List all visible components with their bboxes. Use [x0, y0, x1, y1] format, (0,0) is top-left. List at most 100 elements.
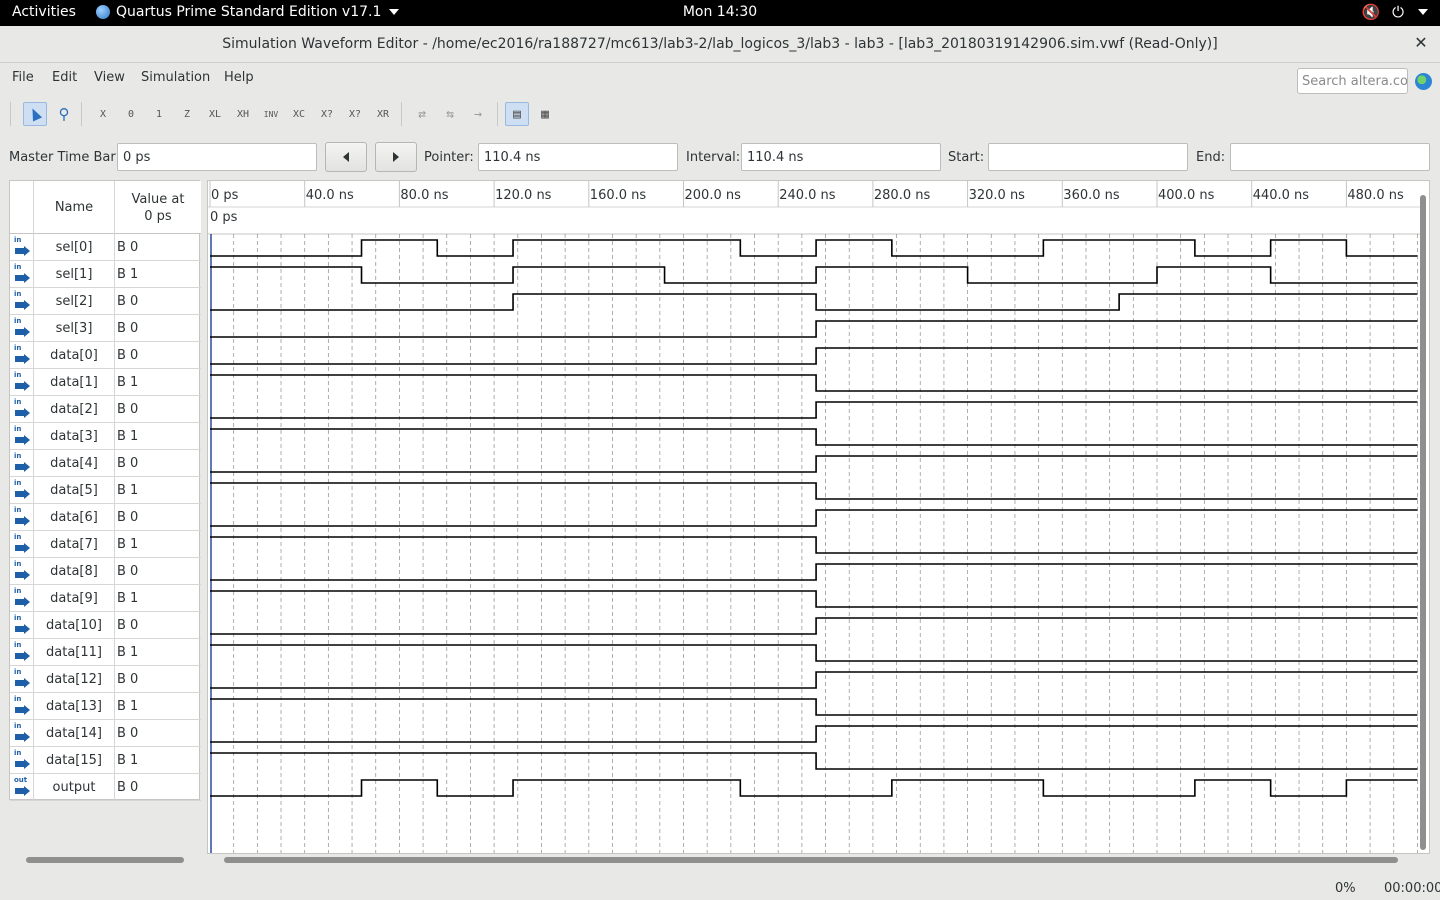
signal-name[interactable]: data[9]: [34, 585, 115, 611]
app-menu[interactable]: Quartus Prime Standard Edition v17.1: [96, 4, 400, 20]
signal-name[interactable]: data[13]: [34, 693, 115, 719]
overwrite-clock-icon[interactable]: X?: [315, 102, 339, 126]
signal-row[interactable]: in data[15] B 1: [10, 747, 201, 774]
signal-row[interactable]: in data[9] B 1: [10, 585, 201, 612]
signal-name[interactable]: sel[1]: [34, 261, 115, 287]
signal-row[interactable]: in sel[1] B 1: [10, 261, 201, 288]
signal-name[interactable]: data[5]: [34, 477, 115, 503]
waveform-trace: [210, 428, 1418, 446]
signal-name[interactable]: data[4]: [34, 450, 115, 476]
system-menu[interactable]: 🔇 ⏻: [1361, 3, 1428, 21]
signal-name[interactable]: data[14]: [34, 720, 115, 746]
pin-direction-label: in: [14, 263, 22, 271]
signal-row[interactable]: in data[14] B 0: [10, 720, 201, 747]
signal-name[interactable]: sel[3]: [34, 315, 115, 341]
force-weak-high-icon[interactable]: XH: [231, 102, 255, 126]
menu-edit[interactable]: Edit: [52, 70, 77, 85]
signal-row[interactable]: in data[1] B 1: [10, 369, 201, 396]
close-icon[interactable]: ✕: [1412, 34, 1430, 52]
waveform-panel[interactable]: 0 ps 40.0 ns 80.0 ns 120.0 ns 160.0 ns 200.0 …: [207, 180, 1430, 854]
menu-help[interactable]: Help: [224, 70, 254, 85]
signal-row[interactable]: in data[11] B 1: [10, 639, 201, 666]
signal-name[interactable]: data[7]: [34, 531, 115, 557]
signal-name[interactable]: data[11]: [34, 639, 115, 665]
signal-name[interactable]: sel[2]: [34, 288, 115, 314]
signal-name[interactable]: output: [34, 774, 115, 800]
signal-name[interactable]: data[0]: [34, 342, 115, 368]
value-column-header[interactable]: Value at 0 ps: [115, 181, 201, 234]
waveform-view-icon[interactable]: ▦: [533, 102, 557, 126]
signal-row[interactable]: in data[2] B 0: [10, 396, 201, 423]
vertical-scrollbar[interactable]: [1420, 195, 1426, 850]
signal-row[interactable]: in data[7] B 1: [10, 531, 201, 558]
signal-list-horizontal-scrollbar[interactable]: [26, 857, 184, 863]
insert-node-icon[interactable]: →: [466, 102, 490, 126]
master-time-bar-label: Master Time Bar:: [9, 150, 120, 165]
waveform-canvas[interactable]: 0 ps 40.0 ns 80.0 ns 120.0 ns 160.0 ns 200.0 …: [208, 181, 1429, 853]
pin-arrow-shape: [24, 435, 30, 445]
signal-row[interactable]: in data[8] B 0: [10, 558, 201, 585]
count-value-icon[interactable]: XC: [287, 102, 311, 126]
volume-muted-icon: 🔇: [1361, 3, 1381, 21]
end-field[interactable]: [1230, 143, 1430, 171]
signal-row[interactable]: in data[13] B 1: [10, 693, 201, 720]
menu-file[interactable]: File: [12, 70, 34, 85]
signal-name[interactable]: data[10]: [34, 612, 115, 638]
signal-name[interactable]: data[6]: [34, 504, 115, 530]
signal-name[interactable]: data[12]: [34, 666, 115, 692]
force-high-icon[interactable]: 1: [147, 102, 171, 126]
force-low-icon[interactable]: 0: [119, 102, 143, 126]
input-pin-icon: in: [10, 288, 34, 314]
menu-view[interactable]: View: [94, 70, 125, 85]
force-high-impedance-icon[interactable]: Z: [175, 102, 199, 126]
input-pin-icon: in: [10, 747, 34, 773]
pointer-field[interactable]: 110.4 ns: [478, 143, 678, 171]
invert-icon[interactable]: INV: [259, 102, 283, 126]
signal-row[interactable]: in sel[2] B 0: [10, 288, 201, 315]
master-time-bar-field[interactable]: 0 ps: [117, 143, 317, 171]
previous-transition-button[interactable]: [325, 142, 367, 172]
signal-row[interactable]: out output B 0: [10, 774, 201, 801]
menu-bar: File Edit View Simulation Help Search al…: [0, 63, 1440, 95]
random-values-icon[interactable]: X?: [343, 102, 367, 126]
search-input[interactable]: Search altera.co...: [1297, 68, 1408, 94]
clock[interactable]: Mon 14:30: [683, 4, 757, 20]
signal-row[interactable]: in data[6] B 0: [10, 504, 201, 531]
signal-row[interactable]: in data[10] B 0: [10, 612, 201, 639]
waveform-horizontal-scrollbar[interactable]: [224, 857, 1398, 863]
chevron-right-icon: [393, 152, 399, 162]
globe-icon[interactable]: [1415, 73, 1432, 90]
zoom-tool-icon[interactable]: ⚲: [52, 102, 76, 126]
selection-tool-icon[interactable]: [23, 102, 47, 126]
signal-name[interactable]: sel[0]: [34, 234, 115, 260]
signal-row[interactable]: in data[0] B 0: [10, 342, 201, 369]
activities-button[interactable]: Activities: [12, 4, 76, 20]
signal-row[interactable]: in data[3] B 1: [10, 423, 201, 450]
force-unknown-icon[interactable]: X: [91, 102, 115, 126]
pin-direction-label: in: [14, 749, 22, 757]
time-ruler-tick-label: 360.0 ns: [1063, 188, 1120, 203]
menu-simulation[interactable]: Simulation: [141, 70, 210, 85]
signal-name[interactable]: data[15]: [34, 747, 115, 773]
grid-options-icon[interactable]: ▤: [505, 102, 529, 126]
signal-row[interactable]: in data[5] B 1: [10, 477, 201, 504]
time-ruler-tick-label: 80.0 ns: [400, 188, 448, 203]
pin-direction-label: out: [14, 776, 28, 784]
arbitrary-value-icon[interactable]: XR: [371, 102, 395, 126]
signal-name[interactable]: data[3]: [34, 423, 115, 449]
snap-to-grid-icon[interactable]: ⇄: [410, 102, 434, 126]
signal-row[interactable]: in sel[0] B 0: [10, 234, 201, 261]
name-column-header[interactable]: Name: [34, 181, 115, 234]
signal-row[interactable]: in sel[3] B 0: [10, 315, 201, 342]
signal-name[interactable]: data[2]: [34, 396, 115, 422]
waveform-trace: [210, 266, 1418, 284]
signal-row[interactable]: in data[12] B 0: [10, 666, 201, 693]
interval-field[interactable]: 110.4 ns: [741, 143, 941, 171]
start-field[interactable]: [988, 143, 1188, 171]
signal-name[interactable]: data[8]: [34, 558, 115, 584]
force-weak-low-icon[interactable]: XL: [203, 102, 227, 126]
signal-row[interactable]: in data[4] B 0: [10, 450, 201, 477]
signal-name[interactable]: data[1]: [34, 369, 115, 395]
next-transition-button[interactable]: [375, 142, 417, 172]
sort-icon[interactable]: ⇆: [438, 102, 462, 126]
